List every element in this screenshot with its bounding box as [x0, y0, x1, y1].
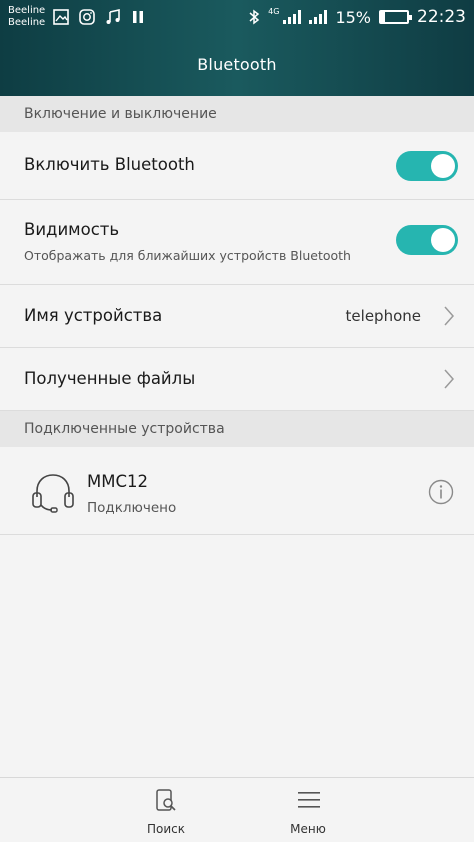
bottom-action-bar: Поиск Меню — [0, 777, 474, 842]
image-icon — [53, 9, 70, 25]
signal-icon — [309, 10, 328, 24]
carrier-names: Beeline Beeline — [8, 5, 45, 29]
enable-bluetooth-label: Включить Bluetooth — [24, 155, 195, 174]
received-files-row[interactable]: Полученные файлы — [0, 348, 474, 411]
info-icon[interactable] — [428, 479, 454, 505]
carrier-2: Beeline — [8, 17, 46, 28]
device-name: MMC12 — [87, 472, 148, 491]
visibility-row[interactable]: Видимость Отображать для ближайших устро… — [0, 200, 474, 285]
page-title: Bluetooth — [197, 55, 277, 74]
bluetooth-toggle[interactable] — [396, 151, 458, 181]
pause-icon — [131, 10, 145, 24]
instagram-icon — [79, 9, 96, 25]
section-header-power: Включение и выключение — [0, 96, 474, 132]
toggle-knob — [431, 154, 455, 178]
device-status: Подключено — [87, 500, 177, 516]
visibility-toggle[interactable] — [396, 225, 458, 255]
headset-icon — [32, 474, 74, 513]
chevron-right-icon — [444, 306, 455, 326]
menu-label: Меню — [290, 822, 326, 836]
carrier-1: Beeline — [8, 5, 46, 16]
received-files-label: Полученные файлы — [24, 369, 196, 388]
bluetooth-icon — [248, 9, 260, 25]
signal-icon — [283, 10, 302, 24]
search-label: Поиск — [146, 822, 185, 836]
status-bar: Beeline Beeline 4G 15% 22:23 — [0, 0, 474, 34]
chevron-right-icon — [444, 369, 455, 389]
section-header-connected: Подключенные устройства — [0, 411, 474, 447]
device-name-row[interactable]: Имя устройства telephone — [0, 285, 474, 348]
battery-level — [381, 12, 385, 22]
search-button[interactable]: Поиск — [121, 778, 211, 842]
menu-icon — [298, 792, 320, 808]
visibility-subtitle: Отображать для ближайших устройств Bluet… — [24, 248, 351, 263]
battery-percent: 15% — [335, 7, 371, 27]
visibility-label: Видимость — [24, 220, 120, 239]
search-device-icon — [156, 789, 176, 811]
clock: 22:23 — [417, 7, 466, 27]
enable-bluetooth-row[interactable]: Включить Bluetooth — [0, 132, 474, 200]
network-type: 4G — [268, 6, 280, 16]
app-header: Beeline Beeline 4G 15% 22:23 Bluetooth — [0, 0, 474, 96]
music-icon — [105, 9, 121, 25]
battery-icon — [379, 10, 412, 24]
toggle-knob — [431, 228, 455, 252]
device-name-label: Имя устройства — [24, 306, 163, 325]
device-name-value: telephone — [345, 307, 421, 325]
connected-device-row[interactable]: MMC12 Подключено — [0, 447, 474, 535]
menu-button[interactable]: Меню — [263, 778, 353, 842]
